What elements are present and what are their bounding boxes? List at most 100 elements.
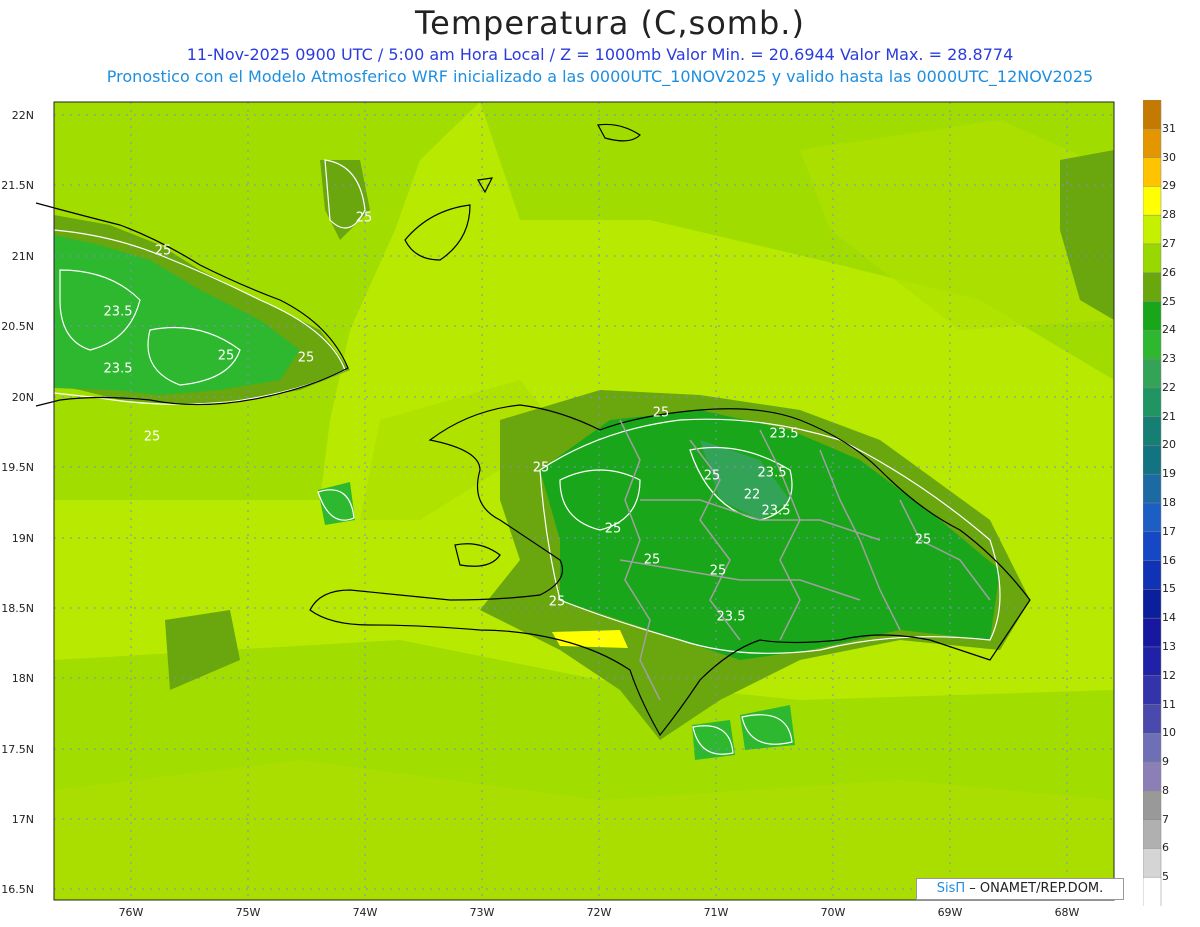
colorbar-swatch	[1143, 473, 1162, 504]
colorbar-swatch	[1143, 100, 1162, 130]
lat-label: 16.5N	[1, 883, 34, 896]
colorbar-swatch	[1143, 157, 1162, 188]
colorbar-label: 8	[1162, 783, 1169, 797]
colorbar-label: 30	[1162, 150, 1176, 164]
contour-label: 25	[703, 468, 721, 484]
contour-label: 23.5	[103, 304, 133, 320]
lon-label: 71W	[703, 906, 729, 919]
contour-label: 25	[143, 429, 161, 445]
colorbar-label: 21	[1162, 409, 1176, 423]
colorbar-label: 7	[1162, 812, 1169, 826]
contour-label: 25	[532, 460, 550, 476]
contour-label: 25	[604, 521, 622, 537]
colorbar-label: 18	[1162, 496, 1176, 509]
colorbar-swatch	[1143, 589, 1162, 619]
colorbar-swatch	[1143, 819, 1162, 850]
colorbar-swatch	[1143, 790, 1162, 821]
colorbar-swatch	[1143, 675, 1162, 706]
lon-label: 73W	[469, 906, 495, 919]
colorbar-label: 17	[1162, 524, 1176, 538]
colorbar-label: 14	[1162, 611, 1176, 625]
contour-label: 25	[297, 350, 315, 366]
lon-label: 75W	[235, 906, 261, 919]
colorbar-label: 10	[1162, 726, 1176, 740]
colorbar-swatch	[1143, 186, 1162, 216]
colorbar-swatch	[1143, 272, 1162, 303]
contour-label: 25	[914, 532, 932, 548]
contour-label: 25	[355, 210, 373, 226]
colorbar-swatch	[1143, 560, 1162, 591]
lat-label: 17.5N	[1, 743, 34, 756]
colorbar-label: 13	[1162, 639, 1176, 653]
contour-label: 23.5	[716, 609, 746, 625]
lon-label: 70W	[820, 906, 846, 919]
lon-label: 69W	[937, 906, 963, 919]
lon-label: 68W	[1054, 906, 1080, 919]
colorbar-label: 19	[1162, 467, 1176, 481]
colorbar-swatch	[1143, 876, 1162, 906]
colorbar-label: 15	[1162, 582, 1176, 596]
colorbar-label: 26	[1162, 265, 1176, 279]
colorbar-swatch	[1143, 704, 1162, 735]
contour-label: 25	[548, 594, 566, 610]
credit-org: – ONAMET/REP.DOM.	[965, 881, 1104, 896]
colorbar-label: 11	[1162, 697, 1176, 711]
sispi-logo-text: SisΠ	[936, 881, 966, 896]
colorbar-swatch	[1143, 387, 1162, 418]
lat-label: 21.5N	[1, 179, 34, 192]
lat-label: 19.5N	[1, 461, 34, 474]
lon-label: 74W	[352, 906, 378, 919]
warm-spot	[552, 630, 628, 648]
colorbar-label: 29	[1162, 179, 1176, 193]
colorbar-swatch	[1143, 733, 1162, 763]
lat-label: 18.5N	[1, 602, 34, 615]
lat-label: 21N	[11, 250, 34, 263]
contour-label: 23.5	[757, 465, 787, 481]
colorbar-swatch	[1143, 445, 1162, 475]
colorbar-label: 16	[1162, 553, 1176, 567]
temperature-map	[35, 101, 1115, 901]
lat-label: 20N	[11, 391, 34, 404]
lon-label: 76W	[118, 906, 144, 919]
contour-label: 23.5	[761, 503, 791, 519]
colorbar-swatch	[1143, 358, 1162, 389]
colorbar-swatch	[1143, 301, 1162, 332]
contour-label: 25	[652, 405, 670, 421]
colorbar-swatch	[1143, 646, 1162, 677]
colorbar-label: 20	[1162, 438, 1176, 452]
lon-label: 72W	[586, 906, 612, 919]
colorbar-swatch	[1143, 214, 1162, 245]
colorbar-swatch	[1143, 416, 1162, 447]
colorbar-label: 12	[1162, 668, 1176, 682]
colorbar-swatch	[1143, 848, 1162, 878]
colorbar-label: 28	[1162, 208, 1176, 222]
colorbar-label: 24	[1162, 323, 1176, 337]
lat-label: 20.5N	[1, 320, 34, 333]
contour-label: 22	[743, 487, 761, 503]
colorbar-swatch	[1143, 128, 1162, 159]
colorbar-label: 5	[1162, 870, 1169, 884]
lat-label: 18N	[11, 672, 34, 685]
contour-label: 25	[154, 243, 172, 259]
colorbar-label: 9	[1162, 755, 1169, 769]
colorbar-swatch	[1143, 531, 1162, 562]
colorbar-swatch	[1143, 243, 1162, 274]
contour-label: 23.5	[103, 361, 133, 377]
colorbar-swatch	[1143, 330, 1162, 360]
colorbar-swatch	[1143, 502, 1162, 533]
colorbar	[1143, 100, 1162, 906]
colorbar-swatch	[1143, 617, 1162, 648]
lat-label: 17N	[11, 813, 34, 826]
lat-label: 22N	[11, 109, 34, 122]
colorbar-label: 22	[1162, 380, 1176, 394]
lat-label: 19N	[11, 532, 34, 545]
colorbar-label: 25	[1162, 294, 1176, 308]
colorbar-label: 23	[1162, 352, 1176, 366]
contour-label: 25	[643, 552, 661, 568]
colorbar-label: 27	[1162, 236, 1176, 250]
contour-label: 25	[217, 348, 235, 364]
colorbar-swatch	[1143, 761, 1162, 792]
colorbar-label: 6	[1162, 841, 1169, 855]
contour-label: 23.5	[769, 426, 799, 442]
credit-box: SisΠ – ONAMET/REP.DOM.	[916, 878, 1124, 900]
